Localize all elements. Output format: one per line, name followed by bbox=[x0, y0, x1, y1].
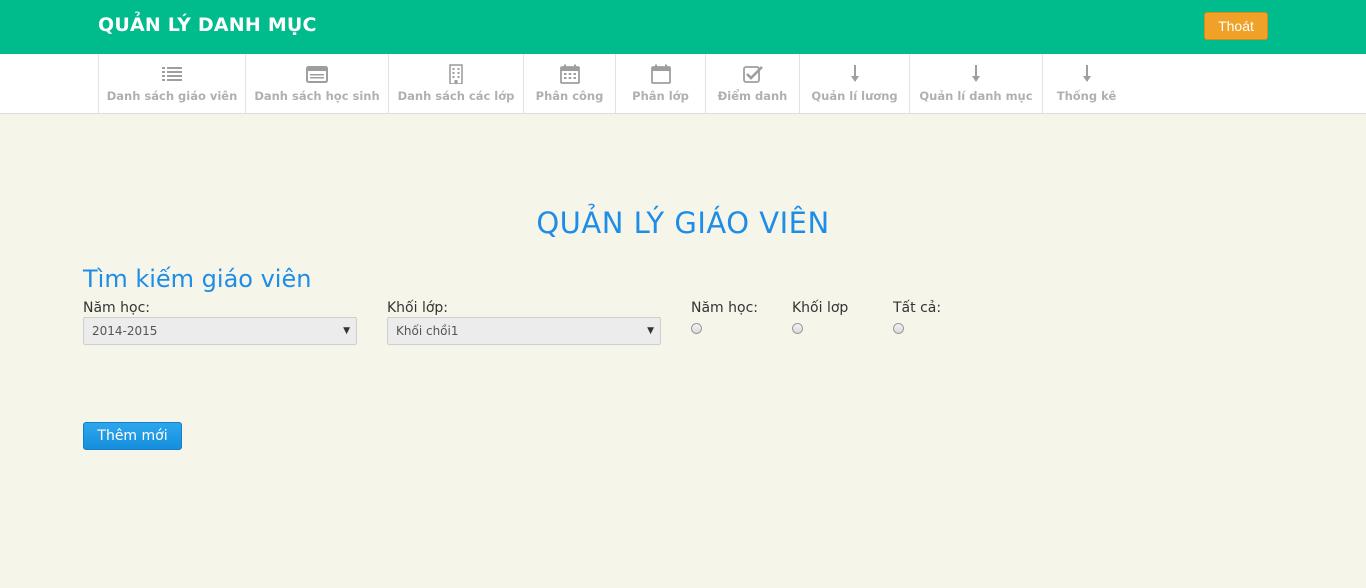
nav-label: Thống kê bbox=[1056, 89, 1117, 103]
nav-label: Phân lớp bbox=[632, 89, 689, 103]
year-select[interactable]: 2014-2015 ▼ bbox=[83, 317, 357, 345]
grade-select-value: Khối chồi1 bbox=[396, 324, 459, 338]
list-icon bbox=[162, 67, 182, 81]
id-card-icon bbox=[306, 66, 328, 83]
logout-button[interactable]: Thoát bbox=[1204, 12, 1268, 40]
grade-select[interactable]: Khối chồi1 ▼ bbox=[387, 317, 661, 345]
nav-label: Danh sách học sinh bbox=[254, 89, 380, 103]
app-title: QUẢN LÝ DANH MỤC bbox=[98, 14, 317, 36]
radio-grade[interactable] bbox=[792, 323, 803, 334]
nav-item-statistics[interactable]: Thống kê bbox=[1042, 54, 1130, 113]
arrow-down-icon bbox=[972, 65, 980, 82]
year-label: Năm học: bbox=[83, 300, 150, 316]
radio-all[interactable] bbox=[893, 323, 904, 334]
nav-label: Quản lí lương bbox=[811, 89, 898, 103]
chevron-down-icon: ▼ bbox=[647, 326, 654, 336]
checkbox-icon bbox=[742, 66, 763, 83]
arrow-down-icon bbox=[1082, 65, 1091, 82]
nav-item-assignment[interactable]: Phân công bbox=[523, 54, 615, 113]
radio-label-year: Năm học: bbox=[691, 300, 758, 316]
radio-year[interactable] bbox=[691, 323, 702, 334]
radio-label-grade: Khối lơp bbox=[792, 300, 849, 316]
nav-label: Phân công bbox=[535, 89, 604, 103]
nav-item-class-assignment[interactable]: Phân lớp bbox=[615, 54, 705, 113]
radio-label-all: Tất cả: bbox=[893, 300, 942, 316]
add-new-button[interactable]: Thêm mới bbox=[83, 422, 182, 450]
nav-label: Danh sách giáo viên bbox=[106, 89, 238, 103]
arrow-down-icon bbox=[850, 65, 859, 82]
nav-item-teacher-list[interactable]: Danh sách giáo viên bbox=[98, 54, 245, 113]
calendar-icon bbox=[559, 64, 580, 84]
nav-label: Danh sách các lớp bbox=[397, 89, 515, 103]
nav-label: Quản lí danh mục bbox=[919, 89, 1033, 103]
grade-label: Khối lớp: bbox=[387, 300, 449, 316]
top-header-bar: QUẢN LÝ DANH MỤC Thoát bbox=[0, 0, 1366, 54]
main-navigation: Danh sách giáo viên Danh sách học sinh D… bbox=[0, 54, 1366, 114]
nav-item-category[interactable]: Quản lí danh mục bbox=[909, 54, 1042, 113]
page-title: QUẢN LÝ GIÁO VIÊN bbox=[536, 206, 830, 240]
nav-item-student-list[interactable]: Danh sách học sinh bbox=[245, 54, 388, 113]
search-section-title: Tìm kiếm giáo viên bbox=[83, 265, 312, 293]
building-icon bbox=[449, 64, 463, 84]
nav-item-class-list[interactable]: Danh sách các lớp bbox=[388, 54, 523, 113]
nav-label: Điểm danh bbox=[717, 89, 788, 103]
nav-item-salary[interactable]: Quản lí lương bbox=[799, 54, 909, 113]
year-select-value: 2014-2015 bbox=[92, 324, 158, 338]
calendar-empty-icon bbox=[650, 64, 671, 84]
chevron-down-icon: ▼ bbox=[343, 326, 350, 336]
nav-item-attendance[interactable]: Điểm danh bbox=[705, 54, 799, 113]
